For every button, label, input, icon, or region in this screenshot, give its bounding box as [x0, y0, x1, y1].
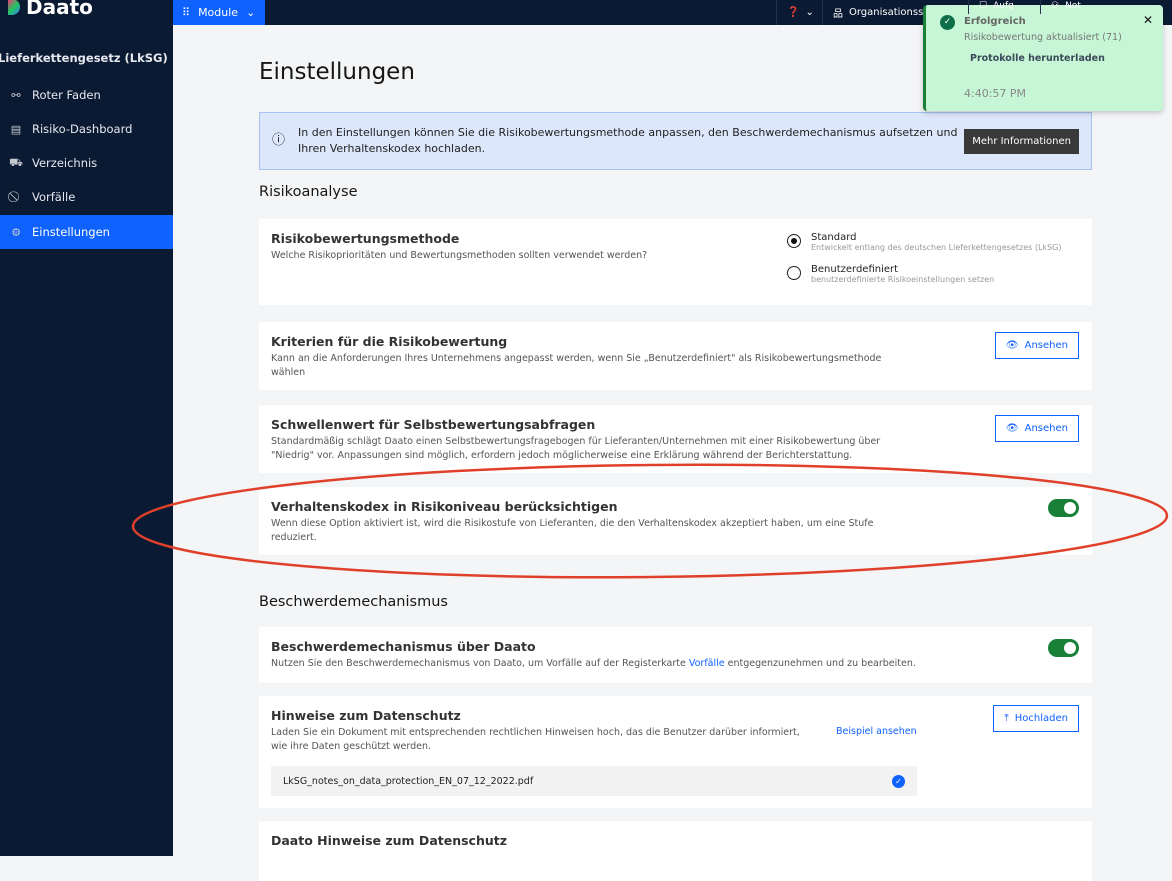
daato-privacy-card: Daato Hinweise zum Datenschutz — [259, 821, 1092, 881]
sidebar-item-vorfaelle[interactable]: ⃠Vorfälle — [0, 180, 173, 214]
hierarchy-icon: 品 — [833, 9, 843, 20]
logo-mark-icon — [8, 0, 20, 15]
view-threshold-button[interactable]: 👁 Ansehen — [994, 415, 1079, 442]
sidebar-section-title: Lieferkettengesetz (LkSG) — [0, 51, 168, 65]
page-title: Einstellungen — [259, 59, 415, 85]
section-title-beschwerde: Beschwerdemechanismus — [259, 594, 448, 610]
chevron-down-icon: ⌄ — [805, 7, 814, 18]
grid-icon: ⠿ — [182, 6, 191, 19]
privacy-card: Hinweise zum Datenschutz Laden Sie ein D… — [259, 696, 1092, 808]
success-toast: ✓ Erfolgreich Risikobewertung aktualisie… — [923, 5, 1163, 111]
view-criteria-button[interactable]: 👁 Ansehen — [994, 332, 1079, 359]
chevron-down-icon: ⌄ — [246, 6, 256, 19]
module-menu-button[interactable]: ⠿ Module ⌄ — [173, 0, 265, 25]
code-of-conduct-card: Verhaltenskodex in Risikoniveau berücksi… — [259, 487, 1092, 555]
notes-link[interactable]: ⚇ Not — [1040, 0, 1091, 14]
logo[interactable]: Daato — [8, 0, 93, 19]
upload-icon: ⤒ — [1004, 713, 1009, 724]
check-circle-icon: ✓ — [940, 15, 955, 30]
download-logs-link[interactable]: Protokolle herunterladen — [970, 53, 1105, 64]
checkmark-icon: ✓ — [892, 774, 905, 788]
dashboard-icon: ▤ — [10, 122, 22, 136]
complaint-card: Beschwerdemechanismus über Daato Nutzen … — [259, 627, 1092, 683]
close-icon[interactable]: ✕ — [1143, 13, 1153, 27]
flow-icon: ⚯ — [11, 88, 21, 102]
vorfaelle-link[interactable]: Vorfälle — [689, 658, 725, 669]
complaint-toggle[interactable] — [1048, 639, 1079, 657]
sidebar-item-einstellungen[interactable]: ⚙ Einstellungen — [0, 215, 173, 249]
threshold-card: Schwellenwert für Selbstbewertungsabfrag… — [259, 405, 1092, 473]
sidebar-item-roter-faden[interactable]: ⚯ Roter Faden — [0, 78, 173, 112]
sidebar: Lieferkettengesetz (LkSG) ⚯ Roter Faden ▤… — [0, 25, 173, 856]
info-banner: ⓘ In den Einstellungen können Sie die Ri… — [259, 112, 1092, 170]
radio-custom[interactable]: Benutzerdefiniert benutzerdefinierte Risi… — [787, 264, 994, 284]
task-icon: ☐ — [979, 1, 988, 11]
truck-icon: ⛟ — [9, 155, 23, 169]
gear-icon: ⚙ — [11, 225, 21, 239]
people-icon: ⚇ — [1051, 1, 1060, 11]
org-structure-link[interactable]: 品 Organisationsst — [822, 0, 937, 25]
help-menu[interactable]: ❓ ⌄ — [776, 0, 824, 25]
example-link[interactable]: Beispiel ansehen — [836, 726, 917, 737]
radio-standard[interactable]: Standard Entwickelt entlang des deutschen… — [787, 232, 1061, 252]
eye-icon: 👁 — [1005, 340, 1019, 351]
info-icon: ⓘ — [272, 133, 286, 148]
question-circle-icon: ❓ — [787, 7, 800, 18]
upload-button[interactable]: ⤒ Hochladen — [993, 705, 1079, 732]
tasks-link[interactable]: ☐ Aufg — [968, 0, 1024, 14]
criteria-card: Kriterien für die Risikobewertung Kann a… — [259, 322, 1092, 390]
eye-icon: 👁 — [1005, 423, 1019, 434]
risk-method-card: Risikobewertungsmethode Welche Risikopri… — [259, 219, 1092, 305]
prohibited-icon: ⃠ — [0, 190, 32, 204]
sidebar-item-verzeichnis[interactable]: ⛟ Verzeichnis — [0, 146, 173, 180]
section-title-risikoanalyse: Risikoanalyse — [259, 184, 358, 200]
uploaded-file[interactable]: LkSG_notes_on_data_protection_EN_07_12_2… — [271, 766, 917, 796]
code-of-conduct-toggle[interactable] — [1048, 499, 1079, 517]
more-info-button[interactable]: Mehr Informationen — [964, 128, 1079, 154]
sidebar-item-risiko-dashboard[interactable]: ▤ Risiko-Dashboard — [0, 112, 173, 146]
